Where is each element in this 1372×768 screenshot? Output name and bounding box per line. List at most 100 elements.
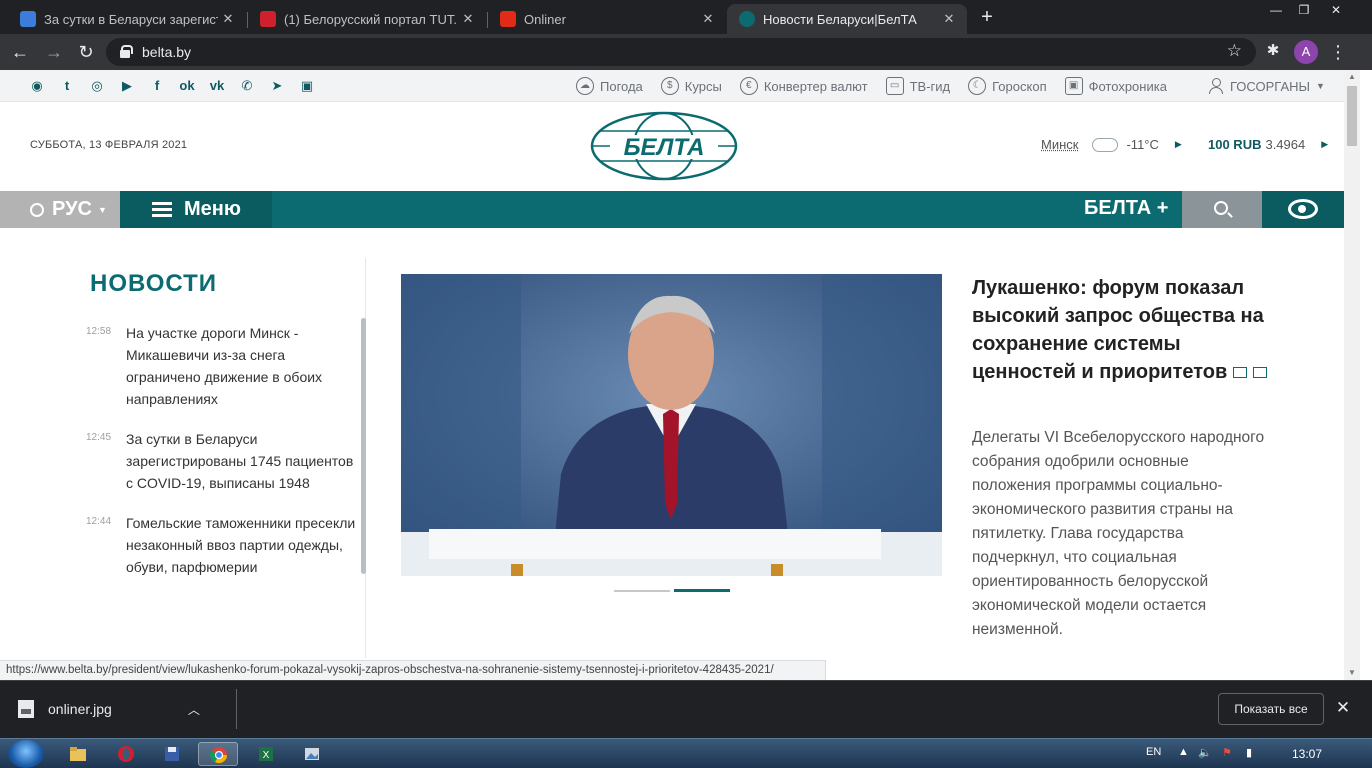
news-title[interactable]: Гомельские таможенники пресекли незаконн…: [126, 512, 356, 578]
news-title[interactable]: За сутки в Беларуси зарегистрированы 174…: [126, 428, 356, 494]
save-app-icon[interactable]: [152, 742, 192, 766]
explorer-icon[interactable]: [58, 742, 98, 766]
slider-dot[interactable]: [614, 590, 670, 592]
tab-tutby[interactable]: (1) Белорусский портал TUT.BY ✕: [248, 4, 486, 34]
vk-icon[interactable]: vk: [206, 76, 228, 96]
news-column: НОВОСТИ 12:58 На участке дороги Минск - …: [76, 258, 366, 658]
language-switcher[interactable]: РУС ▼: [0, 191, 120, 228]
tv-icon: ▭: [885, 77, 904, 95]
close-tab-icon[interactable]: ✕: [458, 11, 478, 27]
tab-onliner[interactable]: Onliner ✕: [488, 4, 726, 34]
minimize-button[interactable]: —: [1262, 0, 1290, 20]
logo-text: БЕЛТА: [624, 134, 705, 161]
slider-dots[interactable]: [614, 589, 732, 593]
top-link-label: Фотохроника: [1088, 78, 1167, 94]
profile-avatar[interactable]: A: [1294, 40, 1318, 64]
close-tab-icon[interactable]: ✕: [218, 11, 238, 27]
top-link-converter[interactable]: € Конвертер валют: [739, 75, 868, 97]
status-bar-url: https://www.belta.by/president/view/luka…: [0, 660, 826, 680]
chevron-up-icon[interactable]: ︿: [188, 701, 200, 718]
featured-photo[interactable]: [401, 274, 942, 576]
page-scrollbar[interactable]: ▲ ▼: [1344, 70, 1360, 680]
featured-title[interactable]: Лукашенко: форум показал высокий запрос …: [972, 277, 1264, 383]
list-item[interactable]: 12:45 За сутки в Беларуси зарегистрирова…: [86, 428, 356, 494]
tab-favicon: [20, 11, 36, 27]
belta-plus-link[interactable]: БЕЛТА +: [1084, 197, 1168, 220]
browser-tab-strip: За сутки в Беларуси зарегистри ✕ (1) Бел…: [0, 0, 1372, 34]
tray-expand-icon[interactable]: ▲: [1178, 746, 1189, 758]
browser-menu-icon[interactable]: ⋮: [1328, 40, 1348, 64]
weather-icon: ☁: [576, 77, 594, 95]
search-button[interactable]: [1182, 191, 1262, 228]
facebook-icon[interactable]: f: [146, 76, 168, 96]
twitter-icon[interactable]: t: [56, 76, 78, 96]
rate-next-icon[interactable]: ▶: [1321, 139, 1328, 150]
weather-widget[interactable]: Минск -11°C ▶: [1041, 137, 1182, 152]
clock[interactable]: 13:07: [1292, 747, 1322, 761]
bookmark-star-icon[interactable]: ☆: [1227, 41, 1242, 61]
chrome-icon[interactable]: [198, 742, 238, 766]
telegram-icon[interactable]: ➤: [266, 76, 288, 96]
currency-widget[interactable]: 100 RUB 3.4964 ▶: [1208, 137, 1328, 152]
tab-title: Onliner: [524, 11, 566, 27]
show-all-button[interactable]: Показать все: [1218, 693, 1324, 725]
news-title[interactable]: На участке дороги Минск - Микашевичи из-…: [126, 322, 356, 410]
top-link-photo[interactable]: ▣ Фотохроника: [1064, 75, 1167, 97]
top-link-tv[interactable]: ▭ ТВ-гид: [885, 75, 950, 97]
yandex-icon[interactable]: ▣: [296, 76, 318, 96]
image-viewer-icon[interactable]: [292, 742, 332, 766]
forward-icon[interactable]: →: [42, 40, 66, 64]
address-bar[interactable]: belta.by ☆: [106, 38, 1256, 66]
close-tab-icon[interactable]: ✕: [939, 11, 959, 27]
action-center-icon[interactable]: ⚑: [1222, 746, 1232, 759]
tab-belta-covid[interactable]: За сутки в Беларуси зарегистри ✕: [8, 4, 246, 34]
url-text[interactable]: belta.by: [142, 44, 191, 60]
close-window-button[interactable]: ✕: [1322, 0, 1350, 20]
maximize-button[interactable]: ❐: [1290, 0, 1318, 20]
tab-title: (1) Белорусский портал TUT.BY: [284, 11, 458, 27]
accessibility-button[interactable]: [1262, 191, 1344, 228]
top-link-horoscope[interactable]: ☾ Гороскоп: [968, 75, 1047, 97]
lock-icon: [120, 45, 133, 58]
scroll-thumb[interactable]: [1347, 86, 1357, 146]
input-language[interactable]: EN: [1146, 746, 1161, 758]
instagram-icon[interactable]: ◎: [86, 76, 108, 96]
close-icon[interactable]: ✕: [1334, 698, 1352, 718]
extensions-icon[interactable]: ✱: [1264, 42, 1282, 60]
top-link-rates[interactable]: $ Курсы: [660, 75, 722, 97]
weather-city[interactable]: Минск: [1041, 137, 1078, 152]
excel-icon[interactable]: X: [246, 742, 286, 766]
scroll-up-icon[interactable]: ▲: [1347, 72, 1357, 82]
scroll-down-icon[interactable]: ▼: [1347, 668, 1357, 678]
rss-icon[interactable]: ◉: [26, 76, 48, 96]
volume-icon[interactable]: 🔈: [1198, 746, 1212, 759]
top-link-weather[interactable]: ☁ Погода: [576, 75, 643, 97]
tab-belta-active[interactable]: Новости Беларуси|БелТА ✕: [727, 4, 967, 34]
start-button[interactable]: [8, 740, 44, 768]
weather-next-icon[interactable]: ▶: [1175, 139, 1182, 150]
belta-logo[interactable]: БЕЛТА: [590, 111, 738, 181]
rate-value: 3.4964: [1265, 137, 1306, 152]
viber-icon[interactable]: ✆: [236, 76, 258, 96]
download-item[interactable]: onliner.jpg ︿: [18, 700, 200, 718]
back-icon[interactable]: ←: [8, 40, 32, 64]
video-icon: [1233, 367, 1248, 379]
ok-icon[interactable]: ok: [176, 76, 198, 96]
new-tab-button[interactable]: +: [976, 6, 998, 28]
list-item[interactable]: 12:58 На участке дороги Минск - Микашеви…: [86, 322, 356, 410]
top-links: ☁ Погода $ Курсы € Конвертер валют ▭ ТВ-гид …: [576, 75, 1167, 97]
menu-button[interactable]: Меню: [120, 191, 272, 228]
featured-title-block[interactable]: Лукашенко: форум показал высокий запрос …: [972, 274, 1282, 386]
network-icon[interactable]: ▮: [1246, 746, 1252, 759]
main-navbar: РУС ▼ Меню БЕЛТА +: [0, 191, 1344, 228]
list-item[interactable]: 12:44 Гомельские таможенники пресекли не…: [86, 512, 356, 578]
reload-icon[interactable]: ↻: [74, 40, 98, 64]
news-scrollbar[interactable]: [361, 318, 366, 574]
opera-icon[interactable]: [106, 742, 146, 766]
youtube-icon[interactable]: ▶: [116, 76, 138, 96]
gosorgany-dropdown[interactable]: ГОСОРГАНЫ ▼: [1208, 75, 1325, 97]
news-heading[interactable]: НОВОСТИ: [90, 270, 217, 298]
close-tab-icon[interactable]: ✕: [698, 11, 718, 27]
currency-icon: $: [660, 77, 679, 95]
slider-dot-active[interactable]: [674, 589, 730, 592]
